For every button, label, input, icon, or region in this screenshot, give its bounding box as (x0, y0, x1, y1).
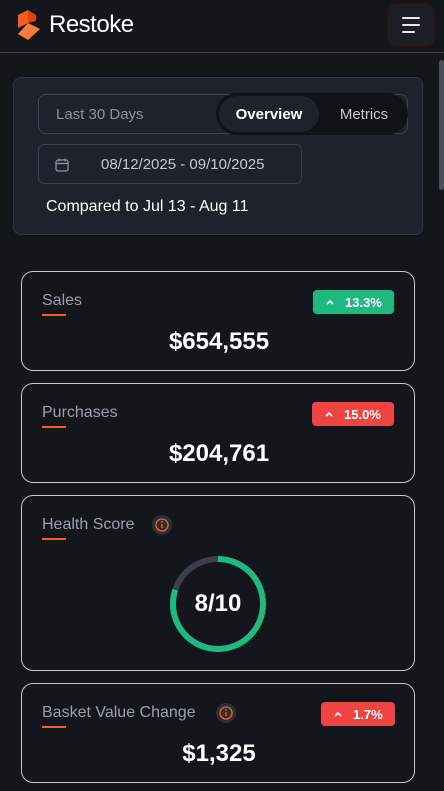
sales-change-value: 13.3% (345, 294, 382, 310)
basket-value-card[interactable]: Basket Value Change 1.7% $1,325 (21, 683, 415, 783)
purchases-card[interactable]: Purchases 15.0% $204,761 (21, 383, 415, 483)
brand-name: Restoke (49, 11, 134, 38)
health-score-title: Health Score (42, 516, 135, 533)
purchases-value: $204,761 (168, 440, 270, 467)
basket-value-value: $1,325 (182, 740, 256, 767)
title-underline (42, 726, 66, 728)
chevron-up-icon (334, 711, 342, 717)
tab-overview[interactable]: Overview (219, 96, 319, 132)
chevron-up-icon (326, 299, 334, 305)
calendar-icon (55, 158, 69, 172)
health-score-value: 8/10 (194, 590, 242, 617)
title-underline (42, 426, 66, 428)
filter-panel: Last 30 Days Overview Metrics 08/12/2025… (13, 77, 423, 235)
basket-value-title: Basket Value Change (42, 704, 196, 721)
title-underline (42, 538, 66, 540)
purchases-change-badge: 15.0% (312, 402, 394, 426)
sales-title: Sales (42, 292, 83, 309)
sales-card[interactable]: Sales 13.3% $654,555 (21, 271, 415, 371)
info-icon[interactable] (216, 703, 236, 723)
basket-value-change-value: 1.7% (353, 706, 383, 722)
app-header: Restoke (0, 0, 444, 53)
hamburger-menu-icon[interactable] (390, 6, 432, 44)
basket-value-change-badge: 1.7% (321, 702, 395, 726)
comparison-period-text: Compared to Jul 13 - Aug 11 (46, 198, 249, 215)
sales-value: $654,555 (168, 328, 270, 355)
purchases-change-value: 15.0% (344, 406, 381, 422)
health-score-card[interactable]: Health Score 8/10 (21, 495, 415, 671)
restoke-logo-icon (18, 10, 40, 40)
sales-change-badge: 13.3% (313, 290, 394, 314)
scrollbar-thumb[interactable] (439, 60, 444, 190)
period-select-label: Last 30 Days (56, 106, 144, 123)
chevron-up-icon (325, 411, 333, 417)
view-toggle: Overview Metrics (216, 93, 408, 135)
date-range-text: 08/12/2025 - 09/10/2025 (101, 156, 265, 173)
info-icon[interactable] (152, 515, 172, 535)
purchases-title: Purchases (42, 404, 118, 421)
title-underline (42, 314, 66, 316)
date-range-picker[interactable]: 08/12/2025 - 09/10/2025 (38, 144, 302, 184)
tab-metrics[interactable]: Metrics (324, 96, 404, 132)
